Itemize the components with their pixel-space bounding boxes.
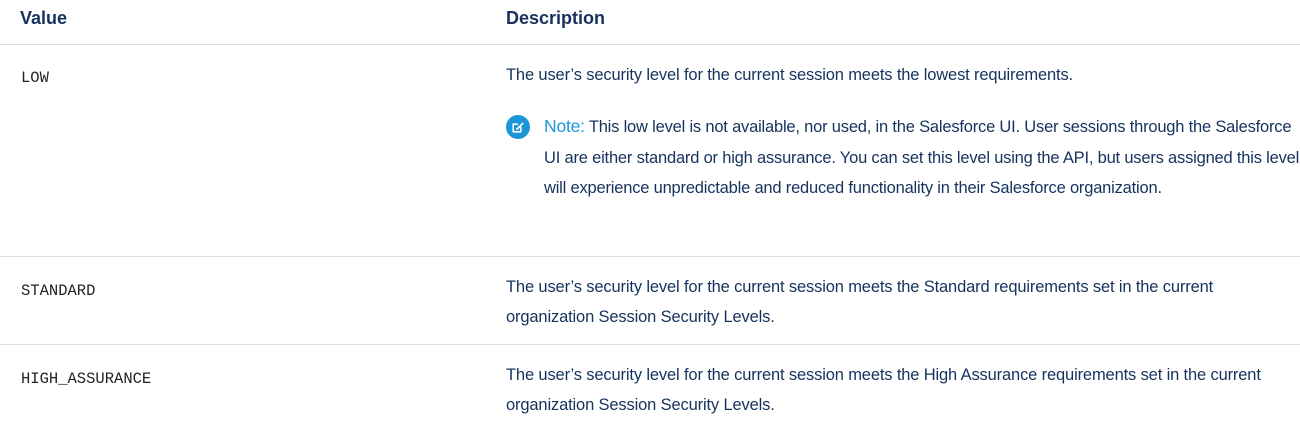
table-row: HIGH_ASSURANCE The user’s security level… — [0, 345, 1300, 445]
note-label: Note: — [544, 116, 585, 136]
edit-note-icon — [506, 115, 530, 139]
column-header-description: Description — [506, 8, 606, 28]
column-header-value: Value — [20, 8, 68, 28]
value-cell: HIGH_ASSURANCE — [21, 370, 152, 388]
description-cell: The user’s security level for the curren… — [506, 278, 1214, 326]
table-header-row: Value Description — [0, 0, 1300, 45]
value-cell: LOW — [21, 69, 49, 87]
note-text: Note: This low level is not available, no… — [544, 111, 1300, 204]
description-cell: The user’s security level for the curren… — [506, 66, 1073, 84]
note-body: This low level is not available, nor use… — [544, 118, 1300, 197]
security-level-table: Value Description LOW The user’s securit… — [0, 0, 1300, 445]
description-cell: The user’s security level for the curren… — [506, 366, 1261, 414]
table-row: LOW The user’s security level for the cu… — [0, 45, 1300, 257]
value-cell: STANDARD — [21, 282, 96, 300]
table-row: STANDARD The user’s security level for t… — [0, 257, 1300, 345]
